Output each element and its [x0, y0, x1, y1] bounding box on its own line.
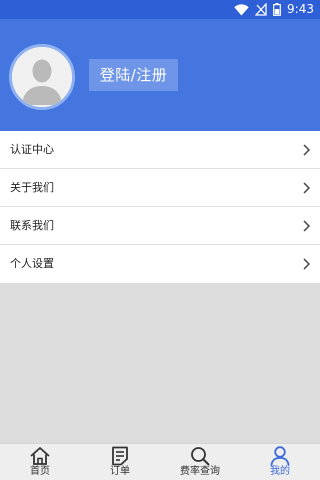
profile-icon [269, 446, 291, 466]
menu-item-label: 联系我们 [10, 219, 54, 232]
menu-item-contact-us[interactable]: 联系我们 [0, 207, 320, 245]
tab-mine[interactable]: 我的 [240, 444, 320, 480]
status-icons: 9:43 [234, 2, 314, 17]
profile-screen: 9:43 登陆/注册 认证中心 关于我们 联系我们 个人设置 首页 订单 费率查… [0, 0, 320, 480]
tab-orders[interactable]: 订单 [80, 444, 160, 480]
home-icon [29, 446, 51, 466]
order-icon [109, 446, 131, 466]
login-register-button[interactable]: 登陆/注册 [89, 59, 178, 91]
tab-rate-query[interactable]: 费率查询 [160, 444, 240, 480]
tab-label: 费率查询 [180, 466, 220, 477]
tab-home[interactable]: 首页 [0, 444, 80, 480]
menu-item-certification[interactable]: 认证中心 [0, 131, 320, 169]
tab-label: 我的 [270, 466, 290, 477]
chevron-right-icon [303, 182, 310, 194]
status-time: 9:43 [287, 2, 314, 16]
settings-menu: 认证中心 关于我们 联系我们 个人设置 [0, 131, 320, 283]
chevron-right-icon [303, 144, 310, 156]
menu-item-label: 认证中心 [10, 143, 54, 156]
menu-item-label: 关于我们 [10, 181, 54, 194]
profile-header: 登陆/注册 [0, 19, 320, 131]
battery-icon [273, 3, 281, 16]
status-bar: 9:43 [0, 0, 320, 19]
menu-item-about-us[interactable]: 关于我们 [0, 169, 320, 207]
chevron-right-icon [303, 258, 310, 270]
tab-label: 订单 [110, 466, 130, 477]
menu-item-label: 个人设置 [10, 257, 54, 270]
menu-item-personal-settings[interactable]: 个人设置 [0, 245, 320, 283]
bottom-tab-bar: 首页 订单 费率查询 我的 [0, 443, 320, 480]
chevron-right-icon [303, 220, 310, 232]
no-signal-icon [255, 3, 267, 16]
search-icon [189, 446, 211, 466]
wifi-icon [234, 3, 249, 16]
tab-label: 首页 [30, 466, 50, 477]
avatar[interactable] [9, 44, 75, 110]
default-avatar-icon [12, 47, 72, 107]
